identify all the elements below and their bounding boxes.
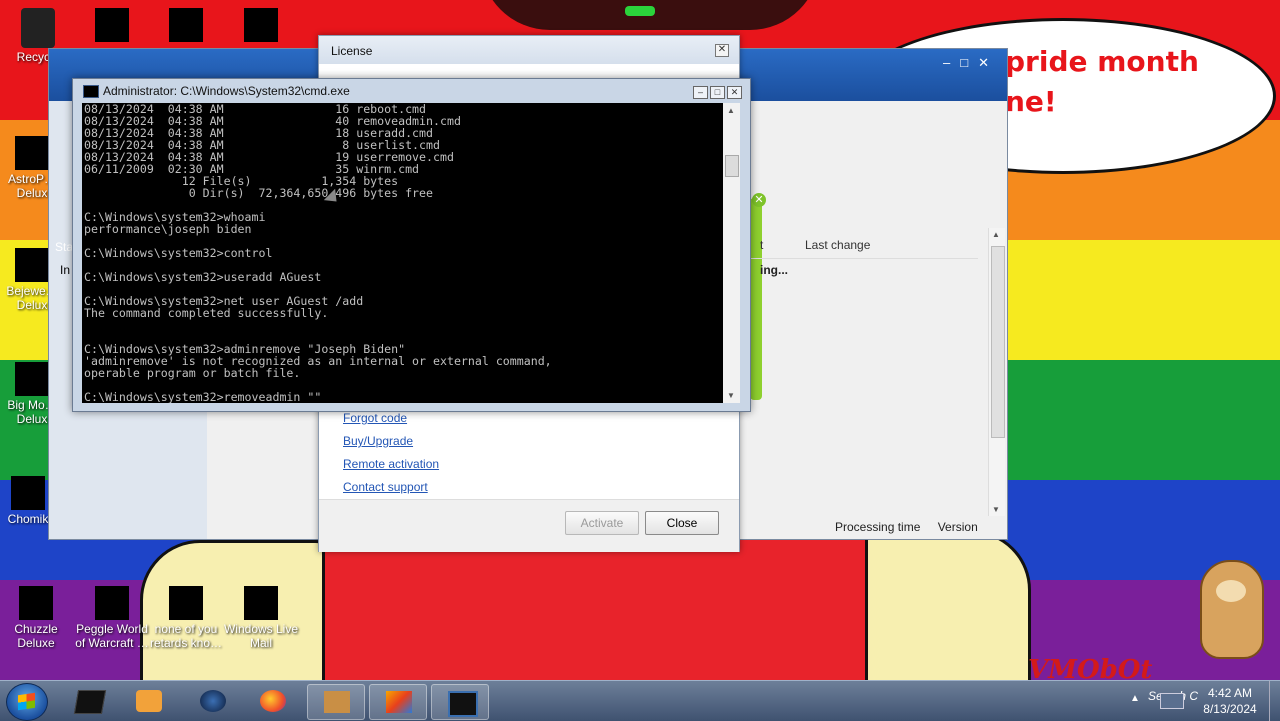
- game-icon: [95, 586, 129, 620]
- taskbar-item-paint[interactable]: [369, 684, 427, 720]
- scroll-up-icon[interactable]: ▲: [992, 230, 1000, 239]
- hamster-icon: [11, 476, 45, 510]
- close-icon[interactable]: ✕: [752, 193, 766, 207]
- link-forgot-code[interactable]: Forgot code: [343, 411, 407, 425]
- paint-icon: [386, 691, 412, 713]
- taskbar-item-cmd[interactable]: [431, 684, 489, 720]
- desktop-icon-windows-live-mail[interactable]: Windows Live Mail: [223, 586, 299, 650]
- mail-icon: [244, 586, 278, 620]
- cmd-icon: [448, 691, 478, 717]
- globe-icon: [200, 690, 226, 712]
- taskbar-item-globe[interactable]: [184, 684, 240, 718]
- clock-date: 8/13/2024: [1203, 702, 1257, 716]
- cmd-window[interactable]: Administrator: C:\Windows\System32\cmd.e…: [72, 78, 751, 412]
- game-icon: [169, 586, 203, 620]
- scroll-up-icon[interactable]: ▲: [727, 106, 735, 115]
- tray-expand-icon[interactable]: ▲: [1130, 693, 1140, 704]
- media-player-icon: [136, 690, 162, 712]
- speech-bubble-line1: pride month: [1005, 45, 1199, 78]
- license-titlebar[interactable]: License ✕: [319, 36, 739, 65]
- taskbar-item-terminal[interactable]: [60, 684, 116, 718]
- status-label: Sta: [55, 240, 74, 254]
- scrollbar-thumb[interactable]: [991, 246, 1005, 438]
- taskbar-item-firefox[interactable]: [244, 684, 300, 718]
- desktop-icon-chuzzle[interactable]: Chuzzle Deluxe: [0, 586, 74, 650]
- app-icon: [244, 8, 278, 42]
- desktop-icon-label: Windows Live Mail: [223, 622, 299, 650]
- vertical-scrollbar[interactable]: ▲ ▼: [988, 228, 1005, 516]
- desktop-icon-none-of-you[interactable]: none of you retards kno…: [148, 586, 224, 650]
- scroll-down-icon[interactable]: ▼: [992, 505, 1000, 514]
- green-panel-edge: [750, 198, 762, 400]
- close-icon[interactable]: ✕: [727, 86, 742, 99]
- activate-button[interactable]: Activate: [565, 511, 639, 535]
- game-icon: [15, 136, 49, 170]
- cmd-icon: [83, 85, 99, 98]
- loading-text: ing...: [760, 263, 788, 277]
- desktop-icon-top-2[interactable]: [74, 8, 150, 44]
- minimize-icon[interactable]: –: [943, 55, 960, 70]
- minimize-icon[interactable]: –: [693, 86, 708, 99]
- clock[interactable]: 4:42 AM 8/13/2024: [1190, 685, 1270, 717]
- desktop-icon-top-3[interactable]: [148, 8, 224, 44]
- speech-bubble-line2: ne!: [1005, 85, 1057, 118]
- recycle-bin-icon: [21, 8, 55, 48]
- scrollbar-thumb[interactable]: [725, 155, 739, 177]
- desktop-icon-peggle[interactable]: Peggle World of Warcraft …: [74, 586, 150, 650]
- console-output[interactable]: 08/13/2024 04:38 AM 16 reboot.cmd 08/13/…: [82, 103, 723, 403]
- taskbar-item-hamster-box[interactable]: [307, 684, 365, 720]
- window-controls: –□✕: [691, 84, 742, 99]
- console-text: 08/13/2024 04:38 AM 16 reboot.cmd 08/13/…: [84, 103, 552, 403]
- scroll-down-icon[interactable]: ▼: [727, 391, 735, 400]
- clock-time: 4:42 AM: [1207, 686, 1253, 700]
- network-icon[interactable]: [1160, 693, 1184, 709]
- desktop-icon-label: Chuzzle Deluxe: [14, 622, 58, 650]
- close-icon[interactable]: ✕: [978, 55, 999, 70]
- window-controls: –□✕: [943, 55, 999, 71]
- link-remote-activation[interactable]: Remote activation: [343, 457, 439, 471]
- column-header-last-change[interactable]: Last change: [805, 238, 870, 252]
- column-header-partial: t: [760, 238, 764, 252]
- desktop-icon-top-4[interactable]: [223, 8, 299, 44]
- install-label: In: [60, 263, 71, 277]
- link-buy-upgrade[interactable]: Buy/Upgrade: [343, 434, 413, 448]
- desktop-icon-label: Peggle World of Warcraft …: [75, 622, 149, 650]
- taskbar-item-media-player[interactable]: [120, 684, 176, 718]
- license-title: License: [331, 44, 373, 58]
- cartoon-eye: [625, 6, 655, 16]
- status-version: Version: [937, 520, 978, 534]
- close-button[interactable]: Close: [645, 511, 719, 535]
- cmd-title: Administrator: C:\Windows\System32\cmd.e…: [103, 84, 350, 98]
- desktop-icon-label: none of you retards kno…: [149, 622, 223, 650]
- maximize-icon[interactable]: □: [710, 86, 725, 99]
- cmd-titlebar[interactable]: Administrator: C:\Windows\System32\cmd.e…: [73, 79, 750, 103]
- terminal-icon: [73, 690, 107, 714]
- game-icon: [19, 586, 53, 620]
- show-desktop-button[interactable]: [1269, 681, 1280, 721]
- link-contact-support[interactable]: Contact support: [343, 480, 428, 494]
- cartoon-body: [322, 540, 868, 680]
- game-icon: [15, 248, 49, 282]
- firefox-icon: [260, 690, 286, 712]
- start-button[interactable]: [6, 683, 48, 721]
- console-scrollbar[interactable]: ▲ ▼: [723, 103, 740, 403]
- app-icon: [95, 8, 129, 42]
- hamster-icon[interactable]: [1200, 560, 1264, 659]
- speech-bubble-text: pride month ne!: [1005, 42, 1199, 122]
- cartoon-arm-right: [855, 530, 1031, 686]
- close-icon[interactable]: ✕: [715, 44, 729, 57]
- status-bar: Processing time Version: [835, 520, 992, 534]
- hamster-box-icon: [324, 691, 350, 713]
- app-icon: [169, 8, 203, 42]
- taskbar: Search C ▲ 4:42 AM 8/13/2024: [0, 680, 1280, 721]
- game-icon: [15, 362, 49, 396]
- status-processing-time: Processing time: [835, 520, 921, 534]
- maximize-icon[interactable]: □: [960, 55, 978, 70]
